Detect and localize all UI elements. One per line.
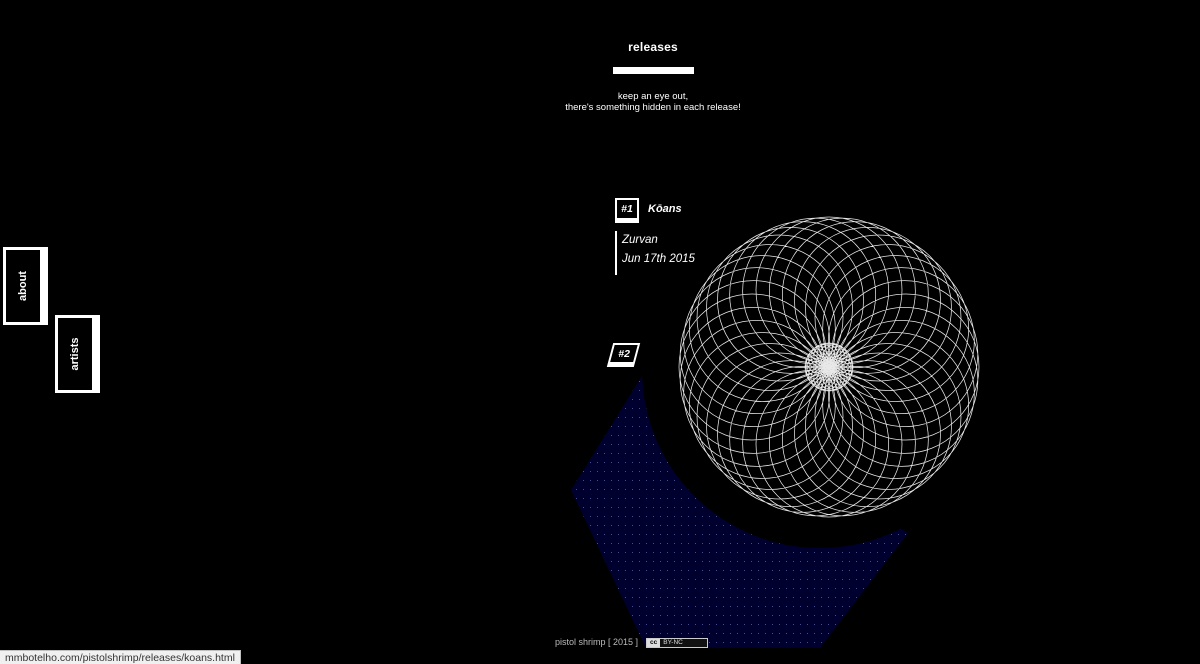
nav-artists-label: artists <box>69 337 81 371</box>
footer-credit: pistol shrimp [ 2015 ] <box>555 637 639 647</box>
nav-artists-button[interactable]: artists <box>55 315 95 393</box>
cc-mark: cc <box>647 639 661 647</box>
status-bar-url: mmbotelho.com/pistolshrimp/releases/koan… <box>0 650 241 664</box>
release-1-details: Zurvan Jun 17th 2015 <box>615 231 695 275</box>
cc-license-text: BY-NC <box>663 639 683 646</box>
spirograph-icon <box>678 216 980 518</box>
release-1-artist: Zurvan <box>622 234 658 246</box>
nav-about-button[interactable]: about <box>3 247 43 325</box>
title-underline <box>613 67 694 74</box>
release-1-title[interactable]: Kōans <box>648 203 682 215</box>
nav-about-label: about <box>17 271 29 301</box>
hint-text: keep an eye out, there's something hidde… <box>503 91 803 113</box>
page-title: releases <box>628 40 678 54</box>
hint-line-2: there's something hidden in each release… <box>565 102 741 113</box>
release-1-date: Jun 17th 2015 <box>622 253 695 265</box>
creative-commons-badge-icon[interactable]: cc BY-NC <box>646 638 708 648</box>
hint-line-1: keep an eye out, <box>617 91 689 102</box>
release-2-number-label: #2 <box>618 347 630 360</box>
artwork-shadow <box>642 192 998 548</box>
release-2-number[interactable]: #2 <box>606 343 641 367</box>
release-1-number[interactable]: #1 <box>615 198 639 223</box>
hexagon-shape <box>571 363 908 648</box>
